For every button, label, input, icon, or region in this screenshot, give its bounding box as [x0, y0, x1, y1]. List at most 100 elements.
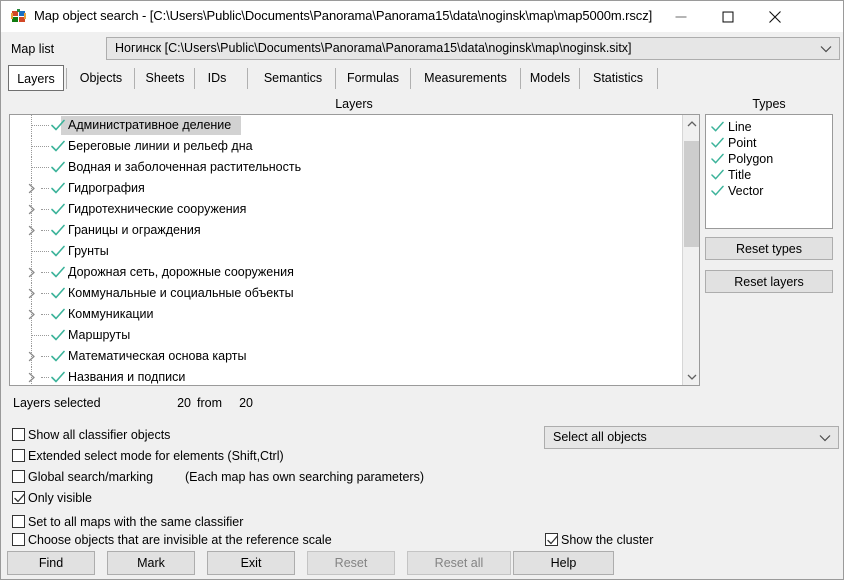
checkbox-box[interactable] [545, 533, 558, 546]
type-row[interactable]: Polygon [706, 151, 832, 167]
layer-check-icon[interactable] [51, 224, 65, 237]
tree-dotted-link [32, 146, 49, 148]
checkbox-box[interactable] [12, 449, 25, 462]
tab-objects[interactable]: Objects [70, 65, 132, 91]
layers-total-count: 20 [239, 396, 253, 410]
chevron-down-icon [819, 431, 831, 445]
type-check-icon[interactable] [711, 137, 724, 149]
tab-separator [134, 68, 135, 89]
minimize-button[interactable] [657, 1, 704, 32]
tab-sheets[interactable]: Sheets [137, 65, 193, 91]
scroll-up-icon[interactable] [683, 115, 699, 132]
type-row[interactable]: Title [706, 167, 832, 183]
layer-tree-row[interactable]: Маршруты [10, 325, 682, 346]
tab-separator [657, 68, 658, 89]
chevron-right-icon[interactable] [27, 183, 37, 194]
layer-tree-row[interactable]: Гидротехнические сооружения [10, 199, 682, 220]
layer-tree-row[interactable]: Административное деление [10, 115, 682, 136]
layer-label: Дорожная сеть, дорожные сооружения [68, 265, 294, 279]
select-objects-combobox[interactable]: Select all objects [544, 426, 839, 449]
layer-check-icon[interactable] [51, 140, 65, 153]
layers-scrollbar[interactable] [682, 115, 699, 385]
chevron-right-icon[interactable] [27, 372, 37, 383]
mark-button[interactable]: Mark [107, 551, 195, 575]
chevron-right-icon[interactable] [27, 225, 37, 236]
layer-check-icon[interactable] [51, 245, 65, 258]
layer-check-icon[interactable] [51, 203, 65, 216]
layer-label: Водная и заболоченная растительность [68, 160, 302, 174]
type-check-icon[interactable] [711, 153, 724, 165]
tab-separator [194, 68, 195, 89]
types-list-panel[interactable]: Line Point Polygon Title Vector [705, 114, 833, 229]
chevron-down-icon [820, 42, 832, 56]
layer-check-icon[interactable] [51, 182, 65, 195]
layer-label: Береговые линии и рельеф дна [68, 139, 253, 153]
layer-check-icon[interactable] [51, 308, 65, 321]
map-list-combobox[interactable]: Ногинск [C:\Users\Public\Documents\Panor… [106, 37, 840, 60]
chevron-right-icon[interactable] [27, 204, 37, 215]
type-check-icon[interactable] [711, 169, 724, 181]
layer-tree-row[interactable]: Границы и ограждения [10, 220, 682, 241]
reset-types-button[interactable]: Reset types [705, 237, 833, 260]
layer-tree-row[interactable]: Математическая основа карты [10, 346, 682, 367]
layer-tree-row[interactable]: Дорожная сеть, дорожные сооружения [10, 262, 682, 283]
reset-layers-button[interactable]: Reset layers [705, 270, 833, 293]
layer-check-icon[interactable] [51, 266, 65, 279]
layer-check-icon[interactable] [51, 350, 65, 363]
checkbox-label: Show all classifier objects [28, 428, 171, 442]
tree-dotted-link [41, 377, 49, 379]
layer-tree-row[interactable]: Гидрография [10, 178, 682, 199]
type-check-icon[interactable] [711, 121, 724, 133]
tab-models[interactable]: Models [523, 65, 577, 91]
chevron-right-icon[interactable] [27, 288, 37, 299]
checkbox-box[interactable] [12, 515, 25, 528]
checkbox-box[interactable] [12, 491, 25, 504]
tab-ids[interactable]: IDs [198, 65, 236, 91]
layer-tree-row[interactable]: Коммуникации [10, 304, 682, 325]
chevron-right-icon[interactable] [27, 267, 37, 278]
layer-check-icon[interactable] [51, 161, 65, 174]
exit-button[interactable]: Exit [207, 551, 295, 575]
layer-tree-row[interactable]: Береговые линии и рельеф дна [10, 136, 682, 157]
layers-tree-list[interactable]: Административное деление Береговые линии … [10, 115, 682, 385]
tab-measurements[interactable]: Measurements [413, 65, 518, 91]
help-button[interactable]: Help [513, 551, 614, 575]
layer-tree-row[interactable]: Коммунальные и социальные объекты [10, 283, 682, 304]
type-row[interactable]: Point [706, 135, 832, 151]
tree-dotted-link [41, 272, 49, 274]
layer-check-icon[interactable] [51, 119, 65, 132]
reset-button: Reset [307, 551, 395, 575]
layer-label: Грунты [68, 244, 109, 258]
scroll-down-icon[interactable] [683, 368, 699, 385]
scrollbar-thumb[interactable] [684, 141, 699, 247]
checkbox-box[interactable] [12, 428, 25, 441]
layer-label: Гидрография [68, 181, 145, 195]
layers-selected-status: Layers selected 20 from 20 [1, 394, 843, 415]
types-group-label: Types [752, 97, 786, 111]
layer-tree-row[interactable]: Водная и заболоченная растительность [10, 157, 682, 178]
chevron-right-icon[interactable] [27, 351, 37, 362]
maximize-button[interactable] [704, 1, 751, 32]
layer-label: Границы и ограждения [68, 223, 201, 237]
type-row[interactable]: Vector [706, 183, 832, 199]
checkbox-box[interactable] [12, 470, 25, 483]
tab-layers[interactable]: Layers [8, 65, 64, 91]
layer-label: Коммунальные и социальные объекты [68, 286, 294, 300]
tab-statistics[interactable]: Statistics [582, 65, 654, 91]
layer-tree-row[interactable]: Грунты [10, 241, 682, 262]
layer-tree-row[interactable]: Названия и подписи [10, 367, 682, 385]
title-bar: Map object search - [C:\Users\Public\Doc… [1, 1, 843, 32]
layer-label: Административное деление [68, 118, 232, 132]
find-button[interactable]: Find [7, 551, 95, 575]
tab-formulas[interactable]: Formulas [338, 65, 408, 91]
type-check-icon[interactable] [711, 185, 724, 197]
chevron-right-icon[interactable] [27, 309, 37, 320]
checkbox-box[interactable] [12, 533, 25, 546]
close-button[interactable] [751, 1, 798, 32]
layer-check-icon[interactable] [51, 371, 65, 384]
type-row[interactable]: Line [706, 119, 832, 135]
layer-check-icon[interactable] [51, 329, 65, 342]
layer-check-icon[interactable] [51, 287, 65, 300]
checkbox-label: Set to all maps with the same classifier [28, 515, 244, 529]
tab-semantics[interactable]: Semantics [253, 65, 333, 91]
